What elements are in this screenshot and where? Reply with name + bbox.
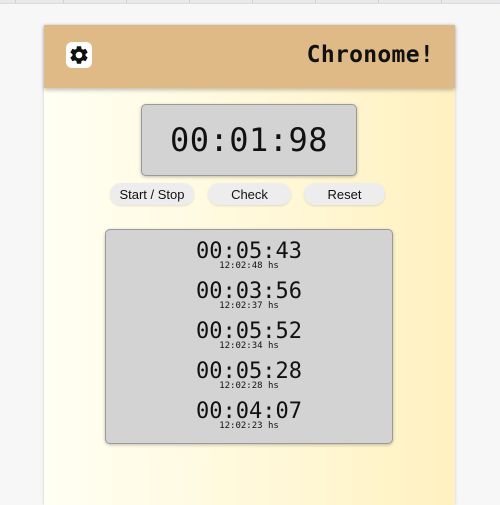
stopwatch-display: 00:01:98 xyxy=(141,104,357,176)
start-stop-button[interactable]: Start / Stop xyxy=(110,183,194,205)
gear-icon xyxy=(68,44,90,66)
browser-tab-strip xyxy=(0,0,500,4)
lap-item: 00:05:43 12:02:48 hs xyxy=(106,240,392,272)
lap-item: 00:05:52 12:02:34 hs xyxy=(106,320,392,352)
stopwatch-time: 00:01:98 xyxy=(169,121,329,159)
app-window: Chronome! 00:01:98 Start / Stop Check Re… xyxy=(44,25,455,505)
app-title: Chronome! xyxy=(306,42,434,68)
lap-item: 00:05:28 12:02:28 hs xyxy=(106,360,392,392)
lap-item: 00:03:56 12:02:37 hs xyxy=(106,280,392,312)
lap-timestamp: 12:02:34 hs xyxy=(219,341,279,351)
check-button[interactable]: Check xyxy=(208,183,291,205)
lap-item: 00:04:07 12:02:23 hs xyxy=(106,400,392,432)
settings-button[interactable] xyxy=(66,42,92,68)
app-header: Chronome! xyxy=(44,25,455,88)
lap-timestamp: 12:02:23 hs xyxy=(219,421,279,431)
lap-timestamp: 12:02:48 hs xyxy=(219,261,279,271)
lap-list: 00:05:43 12:02:48 hs 00:03:56 12:02:37 h… xyxy=(105,229,393,444)
lap-timestamp: 12:02:37 hs xyxy=(219,301,279,311)
reset-button[interactable]: Reset xyxy=(304,183,385,205)
lap-timestamp: 12:02:28 hs xyxy=(219,381,279,391)
